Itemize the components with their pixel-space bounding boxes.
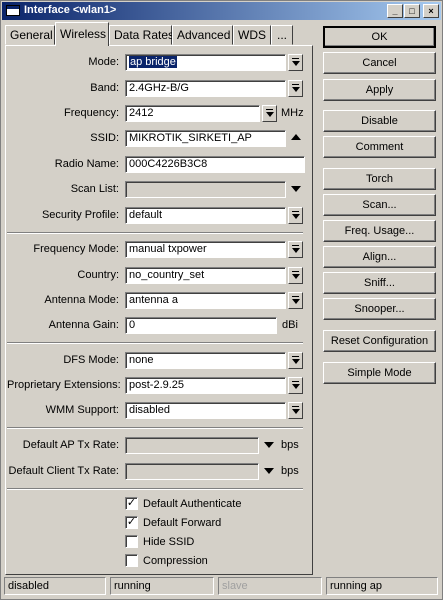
minimize-button[interactable]: _	[387, 4, 403, 18]
sniff-button[interactable]: Sniff...	[323, 272, 436, 294]
tab-more[interactable]: ...	[271, 25, 293, 45]
mode-dropdown-button[interactable]	[288, 54, 303, 71]
dfs-mode-select[interactable]: none	[125, 352, 286, 369]
default-forward-checkbox[interactable]: ✓	[125, 516, 138, 529]
status-running: running	[110, 577, 214, 595]
ssid-collapse-arrow-icon[interactable]	[290, 133, 302, 143]
default-authenticate-checkbox[interactable]: ✓	[125, 497, 138, 510]
window-icon	[6, 5, 20, 16]
default-ap-tx-rate-label: Default AP Tx Rate:	[22, 439, 119, 451]
separator	[7, 427, 303, 429]
scan-list-input[interactable]	[125, 181, 286, 198]
security-profile-select[interactable]: default	[125, 207, 286, 224]
hide-ssid-label: Hide SSID	[143, 536, 195, 548]
band-select[interactable]: 2.4GHz-B/G	[125, 80, 286, 97]
status-enabled: disabled	[4, 577, 106, 595]
antenna-mode-select[interactable]: antenna a	[125, 292, 286, 309]
scan-button[interactable]: Scan...	[323, 194, 436, 216]
snooper-button[interactable]: Snooper...	[323, 298, 436, 320]
frequency-label: Frequency:	[63, 107, 119, 119]
band-dropdown-button[interactable]	[288, 80, 303, 97]
default-authenticate-label: Default Authenticate	[143, 498, 242, 510]
status-mode: running ap	[326, 577, 438, 595]
frequency-dropdown-button[interactable]	[262, 105, 277, 122]
country-label: Country:	[77, 269, 119, 281]
tab-wireless[interactable]: Wireless	[55, 22, 109, 46]
comment-button[interactable]: Comment	[323, 136, 436, 158]
antenna-gain-unit: dBi	[282, 319, 298, 331]
interface-window: Interface <wlan1> _ □ × General Wireless…	[0, 0, 443, 600]
window-title: Interface <wlan1>	[24, 4, 117, 16]
proprietary-extensions-label: Proprietary Extensions:	[7, 379, 121, 391]
country-dropdown-button[interactable]	[288, 267, 303, 284]
default-client-tx-rate-unit: bps	[281, 465, 299, 477]
wireless-panel	[5, 45, 313, 575]
mode-value: ap bridge	[129, 56, 177, 68]
default-ap-tx-rate-arrow-icon[interactable]	[263, 440, 275, 450]
scan-list-label: Scan List:	[70, 183, 119, 195]
tab-advanced[interactable]: Advanced	[172, 25, 233, 45]
default-ap-tx-rate-input[interactable]	[125, 437, 259, 454]
default-forward-label: Default Forward	[143, 517, 222, 529]
ok-button[interactable]: OK	[323, 26, 436, 48]
antenna-mode-label: Antenna Mode:	[44, 294, 119, 306]
cancel-button[interactable]: Cancel	[323, 52, 436, 74]
radio-name-label: Radio Name:	[54, 158, 119, 170]
scan-list-expand-arrow-icon[interactable]	[290, 184, 302, 194]
disable-button[interactable]: Disable	[323, 110, 436, 132]
torch-button[interactable]: Torch	[323, 168, 436, 190]
default-client-tx-rate-label: Default Client Tx Rate:	[8, 465, 119, 477]
wmm-support-dropdown-button[interactable]	[288, 402, 303, 419]
title-bar[interactable]: Interface <wlan1> _ □ ×	[2, 2, 441, 20]
antenna-gain-label: Antenna Gain:	[48, 319, 119, 331]
proprietary-extensions-select[interactable]: post-2.9.25	[125, 377, 286, 394]
status-slave: slave	[218, 577, 322, 595]
wmm-support-label: WMM Support:	[45, 404, 119, 416]
dfs-mode-dropdown-button[interactable]	[288, 352, 303, 369]
frequency-unit: MHz	[281, 107, 304, 119]
default-ap-tx-rate-unit: bps	[281, 439, 299, 451]
radio-name-input[interactable]: 000C4226B3C8	[125, 156, 305, 173]
security-profile-dropdown-button[interactable]	[288, 207, 303, 224]
freq-usage-button[interactable]: Freq. Usage...	[323, 220, 436, 242]
frequency-select[interactable]: 2412	[125, 105, 260, 122]
close-button[interactable]: ×	[423, 4, 439, 18]
tab-general[interactable]: General	[5, 25, 55, 45]
ssid-label: SSID:	[90, 132, 119, 144]
security-profile-label: Security Profile:	[41, 209, 119, 221]
hide-ssid-checkbox[interactable]	[125, 535, 138, 548]
tab-data-rates[interactable]: Data Rates	[109, 25, 174, 45]
frequency-mode-dropdown-button[interactable]	[288, 241, 303, 258]
simple-mode-button[interactable]: Simple Mode	[323, 362, 436, 384]
maximize-button[interactable]: □	[404, 4, 420, 18]
apply-button[interactable]: Apply	[323, 79, 436, 101]
separator	[7, 232, 303, 234]
compression-label: Compression	[143, 555, 208, 567]
compression-checkbox[interactable]	[125, 554, 138, 567]
separator	[7, 488, 303, 490]
mode-select[interactable]: ap bridge	[125, 54, 286, 71]
frequency-mode-select[interactable]: manual txpower	[125, 241, 286, 258]
default-client-tx-rate-input[interactable]	[125, 463, 259, 480]
tab-wds[interactable]: WDS	[233, 25, 271, 45]
separator	[7, 342, 303, 344]
country-select[interactable]: no_country_set	[125, 267, 286, 284]
mode-label: Mode:	[88, 56, 119, 68]
proprietary-extensions-dropdown-button[interactable]	[288, 377, 303, 394]
align-button[interactable]: Align...	[323, 246, 436, 268]
frequency-mode-label: Frequency Mode:	[33, 243, 119, 255]
default-client-tx-rate-arrow-icon[interactable]	[263, 466, 275, 476]
ssid-input[interactable]: MIKROTIK_SIRKETI_AP	[125, 130, 286, 147]
antenna-mode-dropdown-button[interactable]	[288, 292, 303, 309]
dfs-mode-label: DFS Mode:	[63, 354, 119, 366]
reset-configuration-button[interactable]: Reset Configuration	[323, 330, 436, 352]
wmm-support-select[interactable]: disabled	[125, 402, 286, 419]
antenna-gain-input[interactable]: 0	[125, 317, 277, 334]
band-label: Band:	[90, 82, 119, 94]
